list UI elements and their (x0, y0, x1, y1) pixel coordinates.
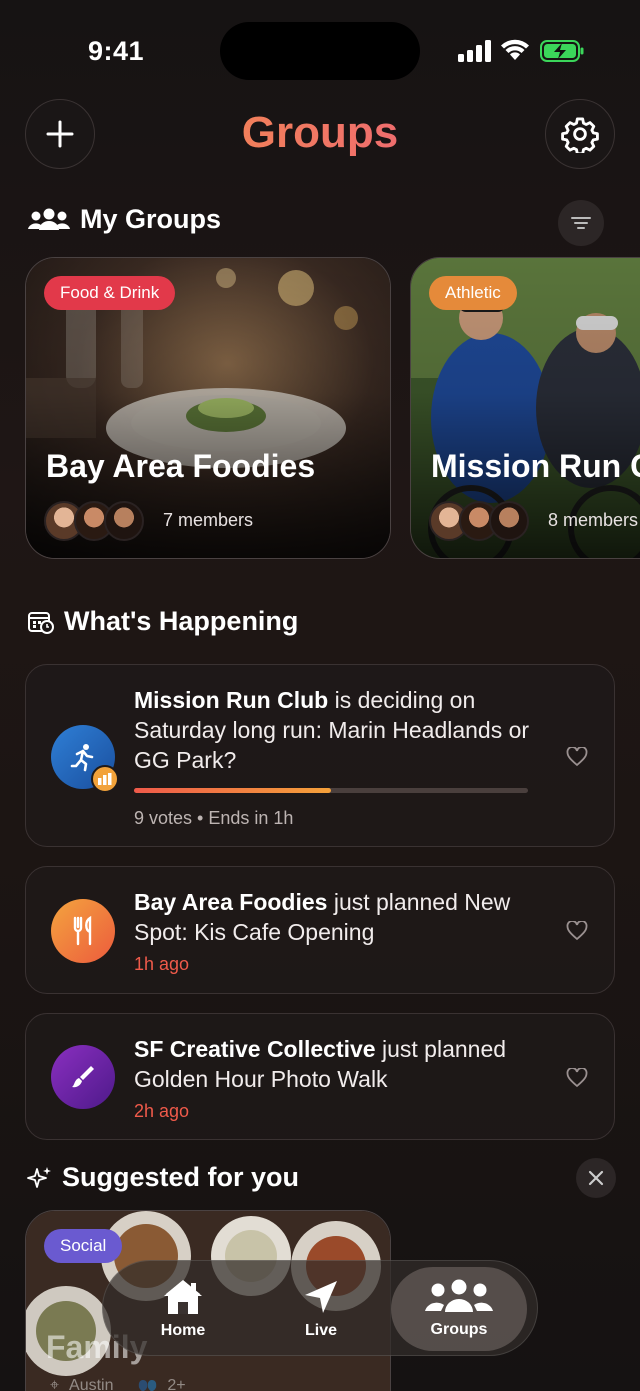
dynamic-island (220, 22, 420, 80)
people-icon (425, 1279, 493, 1312)
group-card-mission-run-club[interactable]: Athletic Mission Run Club 8 members (410, 257, 640, 559)
group-name: Bay Area Foodies (46, 448, 316, 484)
heart-icon[interactable] (566, 747, 588, 767)
avatar (489, 501, 529, 541)
sparkles-icon (27, 1166, 51, 1188)
page-title: Groups (0, 108, 640, 158)
feed-item-plan[interactable]: Bay Area Foodies just planned New Spot: … (25, 866, 615, 994)
bottom-tab-bar: Home Live Groups (102, 1260, 538, 1356)
member-count: 7 members (163, 510, 254, 530)
tab-home[interactable]: Home (115, 1267, 251, 1351)
home-icon (164, 1280, 202, 1314)
feed-item-plan[interactable]: SF Creative Collective just planned Gold… (25, 1013, 615, 1140)
timestamp: 1h ago (134, 954, 190, 974)
my-groups-heading: My Groups (28, 204, 221, 235)
feed-text: Mission Run Club is deciding on Saturday… (134, 687, 530, 773)
runner-icon (51, 725, 119, 793)
member-avatars (44, 501, 144, 541)
feed-text: Bay Area Foodies just planned New Spot: … (134, 889, 511, 945)
whats-happening-heading: What's Happening (28, 606, 298, 637)
member-count: 8 members (548, 510, 639, 530)
poll-meta: 9 votes • Ends in 1h (134, 808, 294, 828)
heart-icon[interactable] (566, 1068, 588, 1088)
category-chip: Athletic (429, 276, 517, 310)
gear-icon (561, 117, 599, 153)
poll-badge-icon (91, 765, 119, 793)
tab-live[interactable]: Live (253, 1267, 389, 1351)
category-chip: Food & Drink (44, 276, 176, 310)
poll-progress-fill (134, 788, 331, 793)
tab-groups[interactable]: Groups (391, 1267, 527, 1351)
location-pin-icon: ⌖ (50, 1377, 60, 1391)
people-small-icon: 👥 (137, 1378, 158, 1391)
group-link[interactable]: SF Creative Collective (134, 1036, 376, 1062)
group-link[interactable]: Bay Area Foodies (134, 889, 327, 915)
settings-button[interactable] (545, 99, 615, 169)
avatar (104, 501, 144, 541)
group-card-bay-area-foodies[interactable]: Food & Drink Bay Area Foodies 7 members (25, 257, 391, 559)
my-groups-title: My Groups (80, 204, 222, 234)
poll-progress-track (134, 788, 528, 793)
brush-icon (51, 1045, 115, 1109)
whats-happening-title: What's Happening (64, 606, 299, 636)
navigation-arrow-icon (305, 1281, 337, 1313)
tab-home-label: Home (160, 1322, 206, 1339)
category-chip: Social (44, 1229, 123, 1263)
status-time: 9:41 (88, 36, 145, 66)
heart-icon[interactable] (566, 921, 588, 941)
battery-charging-icon (540, 40, 584, 62)
status-bar: 9:41 (0, 0, 640, 100)
feed-text: SF Creative Collective just planned Gold… (134, 1036, 507, 1092)
group-name: Mission Run Club (431, 448, 640, 484)
member-count: 2+ (167, 1377, 186, 1391)
close-icon (588, 1170, 604, 1186)
sort-filter-button[interactable] (558, 200, 604, 246)
filter-lines-icon (571, 217, 591, 229)
dismiss-suggestions-button[interactable] (576, 1158, 616, 1198)
feed-item-poll[interactable]: Mission Run Club is deciding on Saturday… (25, 664, 615, 847)
tab-live-label: Live (304, 1322, 337, 1339)
wifi-icon (501, 39, 529, 60)
utensils-icon (51, 899, 115, 963)
people-icon (28, 208, 70, 230)
calendar-clock-icon (28, 611, 54, 634)
suggested-meta: ⌖ Austin 👥 2+ (50, 1376, 186, 1391)
suggested-title: Suggested for you (62, 1162, 300, 1192)
tab-groups-label: Groups (430, 1321, 488, 1338)
member-avatars (429, 501, 529, 541)
timestamp: 2h ago (134, 1101, 190, 1121)
location-text: Austin (69, 1377, 114, 1391)
suggested-heading: Suggested for you (26, 1162, 299, 1193)
cellular-signal-icon (458, 40, 491, 62)
group-link[interactable]: Mission Run Club (134, 687, 328, 713)
